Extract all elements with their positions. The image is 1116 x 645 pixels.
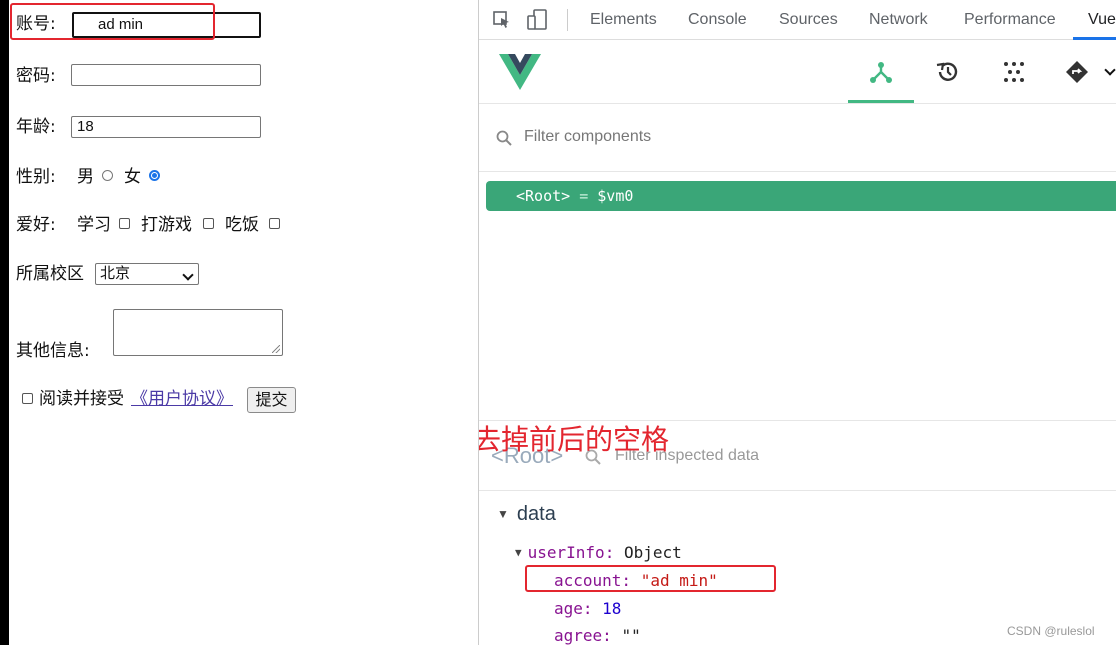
hobby-label: 爱好: [16,215,56,235]
vuex-dots-icon[interactable] [1002,60,1026,84]
other-info-label: 其他信息: [16,341,90,361]
password-label: 密码: [16,66,56,86]
tab-sources[interactable]: Sources [779,11,838,29]
userinfo-row[interactable]: ▼ userInfo: Object [515,543,682,562]
gender-male-label: 男 [77,167,94,187]
root-tag: <Root> [516,187,571,205]
expand-triangle-icon: ▼ [515,546,522,559]
tab-elements[interactable]: Elements [590,11,657,29]
hobby-study-checkbox[interactable] [119,218,130,229]
vue-active-tab-indicator [848,100,914,103]
age-field-row[interactable]: age: 18 [554,599,621,618]
devtools-panel: Elements Console Sources Network Perform… [478,0,1116,645]
inspector-panel: <Root> Filter inspected data 去掉前后的空格 ▼ da… [479,420,1116,645]
tab-network[interactable]: Network [869,11,928,29]
router-diamond-icon[interactable] [1065,60,1093,84]
agree-text: 阅读并接受 [39,389,124,409]
campus-select[interactable]: 北京 [95,263,199,285]
other-info-textarea[interactable] [113,309,283,356]
agree-checkbox[interactable] [22,393,33,404]
chevron-down-icon [182,269,194,281]
tab-performance[interactable]: Performance [964,11,1056,29]
resize-grip-icon[interactable] [272,345,280,353]
device-toggle-icon[interactable] [527,9,549,31]
inspector-header: <Root> Filter inspected data 去掉前后的空格 [479,421,1116,491]
user-agreement-link[interactable]: 《用户协议》 [131,389,233,409]
devtools-tabbar: Elements Console Sources Network Perform… [479,0,1116,40]
data-section-header[interactable]: ▼ data [497,503,556,526]
search-icon [496,130,512,146]
account-highlight-box [10,3,215,40]
data-section-label: data [516,503,556,525]
tab-console[interactable]: Console [688,11,747,29]
annotation-text: 去掉前后的空格 [478,423,670,456]
more-chevron-icon[interactable] [1104,64,1116,76]
campus-select-value: 北京 [100,265,131,282]
hobby-study-label: 学习 [77,215,111,235]
submit-button[interactable]: 提交 [247,387,296,413]
hobby-eat-label: 吃饭 [225,215,259,235]
account-value-highlight-box [525,565,776,592]
inspect-element-icon[interactable] [493,11,511,29]
user-form: 账号: ad min 密码: 年龄: 18 性别: 男 女 爱好: 学习 打游戏… [0,0,478,645]
campus-label: 所属校区 [16,264,84,284]
agree-field-row[interactable]: agree: "" [554,626,641,645]
agree-key: agree: [554,626,612,645]
age-input[interactable]: 18 [71,116,261,138]
age-value: 18 [602,599,622,618]
gender-label: 性别: [16,167,56,187]
agree-value: "" [621,626,641,645]
userinfo-type: Object [623,543,682,562]
hobby-eat-checkbox[interactable] [269,218,280,229]
expand-triangle-icon: ▼ [497,507,509,521]
password-input[interactable] [71,64,261,86]
root-component-row[interactable]: <Root> = $vm0 [486,181,1116,211]
gender-female-label: 女 [124,167,141,187]
hobby-game-label: 打游戏 [141,215,192,235]
age-key: age: [554,599,593,618]
tabbar-divider [567,9,568,31]
gender-male-radio[interactable] [102,170,113,181]
watermark-text: CSDN @ruleslol [1007,624,1095,638]
gender-female-radio[interactable] [149,170,160,181]
root-eq: = [579,187,589,205]
root-component-label: <Root> = $vm0 [516,187,633,205]
vue-devtools-toolbar [479,40,1116,104]
tab-vue[interactable]: Vue [1088,11,1116,29]
hobby-game-checkbox[interactable] [203,218,214,229]
vue-logo-icon [499,54,541,90]
components-tree-icon[interactable] [869,60,893,84]
component-filter: Filter components [479,104,1116,172]
timeline-history-icon[interactable] [935,60,961,84]
filter-components-input[interactable]: Filter components [524,128,651,146]
age-label: 年龄: [16,117,56,137]
root-var: $vm0 [597,187,634,205]
userinfo-key: userInfo: [527,543,615,562]
